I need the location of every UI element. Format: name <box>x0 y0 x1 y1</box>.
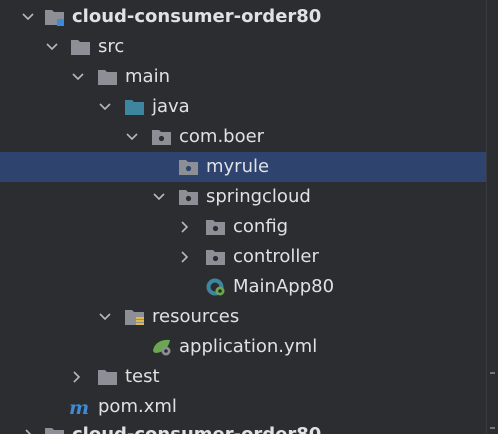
spring-yaml-icon <box>151 337 173 357</box>
package-icon <box>205 217 227 237</box>
chevron-down-icon[interactable] <box>151 182 167 212</box>
chevron-down-icon[interactable] <box>20 2 36 32</box>
tree-label-config: config <box>233 216 289 237</box>
chevron-down-icon[interactable] <box>97 92 113 122</box>
tree-row-resources[interactable]: resources <box>0 302 487 332</box>
chevron-right-icon[interactable] <box>176 242 192 272</box>
chevron-right-icon[interactable] <box>68 362 84 392</box>
tree-row-module-root[interactable]: cloud-consumer-order80 <box>0 2 487 32</box>
folder-icon <box>97 367 119 387</box>
module-folder-icon <box>44 425 66 434</box>
package-icon <box>205 247 227 267</box>
tree-row-controller[interactable]: controller <box>0 242 487 272</box>
package-icon <box>178 187 200 207</box>
tree-label-myrule: myrule <box>206 156 270 177</box>
spring-boot-class-icon <box>205 277 227 297</box>
folder-icon <box>97 67 119 87</box>
folder-icon <box>70 37 92 57</box>
chevron-right-icon[interactable] <box>20 420 36 434</box>
tree-label-application-yml: application.yml <box>179 336 318 357</box>
tree-label-resources: resources <box>152 306 240 327</box>
package-icon <box>151 127 173 147</box>
chevron-down-icon[interactable] <box>70 62 86 92</box>
scrollbar-marker <box>490 372 495 374</box>
tree-label-test: test <box>125 366 160 387</box>
tree-row-src[interactable]: src <box>0 32 487 62</box>
tree-row-com-boer[interactable]: com.boer <box>0 122 487 152</box>
maven-icon: m <box>68 397 90 419</box>
tree-label-pom-xml: pom.xml <box>98 396 177 417</box>
tree-label-com-boer: com.boer <box>179 126 265 147</box>
chevron-down-icon[interactable] <box>124 122 140 152</box>
scrollbar-marker <box>490 427 495 429</box>
tree-row-next-module[interactable]: cloud-consumer-order80 <box>0 420 487 434</box>
tree-label-mainapp80: MainApp80 <box>233 276 335 297</box>
chevron-down-icon[interactable] <box>97 302 113 332</box>
tree-row-springcloud[interactable]: springcloud <box>0 182 487 212</box>
tree-row-application-yml[interactable]: application.yml <box>0 332 487 362</box>
project-tree: cloud-consumer-order80 src main java com… <box>0 0 487 434</box>
source-root-folder-icon <box>124 97 146 117</box>
tree-label-java: java <box>152 96 190 117</box>
tree-row-config[interactable]: config <box>0 212 487 242</box>
module-folder-icon <box>44 7 66 27</box>
tree-label-src: src <box>98 36 125 57</box>
tree-label-next-module: cloud-consumer-order80 <box>72 420 321 434</box>
tree-label-main: main <box>125 66 170 87</box>
tree-row-myrule[interactable]: myrule <box>0 152 487 182</box>
chevron-down-icon[interactable] <box>44 32 60 62</box>
chevron-right-icon[interactable] <box>176 212 192 242</box>
tree-row-test[interactable]: test <box>0 362 487 392</box>
tree-label-controller: controller <box>233 246 319 267</box>
package-icon <box>178 157 200 177</box>
tree-row-pom-xml[interactable]: m pom.xml <box>0 392 487 422</box>
tree-label-springcloud: springcloud <box>206 186 311 207</box>
tree-row-java[interactable]: java <box>0 92 487 122</box>
tree-label-module-root: cloud-consumer-order80 <box>72 6 322 27</box>
vertical-scrollbar[interactable] <box>486 0 498 434</box>
resources-folder-icon <box>124 307 146 327</box>
tree-row-main[interactable]: main <box>0 62 487 92</box>
tree-row-mainapp80[interactable]: MainApp80 <box>0 272 487 302</box>
svg-text:m: m <box>69 397 89 417</box>
